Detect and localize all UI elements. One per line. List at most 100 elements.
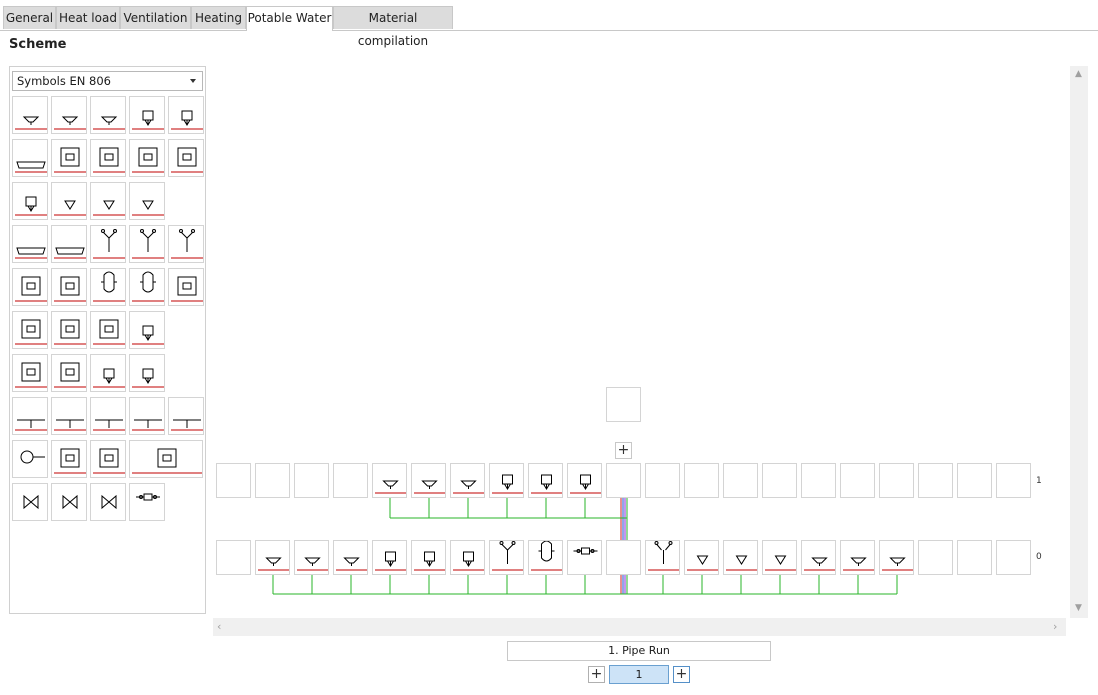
floor-0-cell[interactable] bbox=[684, 540, 719, 575]
palette-symbol-shower-cabinet[interactable] bbox=[51, 139, 87, 177]
palette-symbol-storage-tank[interactable] bbox=[90, 268, 126, 306]
palette-symbol-stop-valve[interactable] bbox=[51, 483, 87, 521]
palette-symbol-sink-corner[interactable] bbox=[168, 96, 204, 134]
scroll-up-icon[interactable]: ▲ bbox=[1075, 69, 1082, 79]
floor-0-cell[interactable] bbox=[411, 540, 446, 575]
palette-symbol-wc-cistern[interactable] bbox=[12, 182, 48, 220]
palette-symbol-urinal[interactable] bbox=[51, 182, 87, 220]
palette-symbol-unit-small[interactable] bbox=[90, 311, 126, 349]
floor-0-cell[interactable] bbox=[489, 540, 524, 575]
pipe-run-label[interactable]: 1. Pipe Run bbox=[507, 641, 771, 661]
floor-0-cell[interactable] bbox=[606, 540, 641, 575]
add-after-button[interactable]: + bbox=[673, 666, 690, 683]
floor-0-cell[interactable] bbox=[528, 540, 563, 575]
floor-1-cell[interactable] bbox=[723, 463, 758, 498]
floor-0-cell[interactable] bbox=[918, 540, 953, 575]
palette-symbol-meter-box[interactable] bbox=[12, 311, 48, 349]
palette-symbol-connection[interactable] bbox=[129, 354, 165, 392]
floor-0-cell[interactable] bbox=[255, 540, 290, 575]
palette-symbol-hose-valve[interactable] bbox=[129, 225, 165, 263]
palette-symbol-water-heater[interactable] bbox=[51, 440, 87, 478]
page-number-field[interactable]: 1 bbox=[609, 665, 669, 684]
palette-symbol-tray[interactable] bbox=[51, 225, 87, 263]
scroll-down-icon[interactable]: ▼ bbox=[1075, 603, 1082, 613]
floor-0-cell[interactable] bbox=[216, 540, 251, 575]
tab-heating[interactable]: Heating bbox=[191, 6, 246, 29]
palette-symbol-sink-wall[interactable] bbox=[129, 96, 165, 134]
floor-1-cell[interactable] bbox=[255, 463, 290, 498]
palette-symbol-gate-valve[interactable] bbox=[12, 483, 48, 521]
floor-0-cell[interactable] bbox=[840, 540, 875, 575]
floor-1-cell[interactable] bbox=[216, 463, 251, 498]
palette-symbol-circulation-pump[interactable] bbox=[12, 440, 48, 478]
palette-symbol-shower-head[interactable] bbox=[90, 225, 126, 263]
floor-1-cell[interactable] bbox=[528, 463, 563, 498]
floor-1-cell[interactable] bbox=[294, 463, 329, 498]
floor-0-cell[interactable] bbox=[957, 540, 992, 575]
tab-material-compilation[interactable]: Material compilation bbox=[333, 6, 453, 48]
scheme-canvas[interactable]: 1 0 + bbox=[213, 66, 1070, 618]
horizontal-scrollbar[interactable]: ‹ › bbox=[213, 618, 1066, 636]
palette-symbol-trough[interactable] bbox=[12, 225, 48, 263]
palette-symbol-tee-left[interactable] bbox=[12, 397, 48, 435]
palette-symbol-bidet[interactable] bbox=[90, 96, 126, 134]
floor-1-cell[interactable] bbox=[957, 463, 992, 498]
palette-symbol-distribution[interactable] bbox=[129, 440, 203, 478]
palette-symbol-pump-group-2[interactable] bbox=[51, 354, 87, 392]
floor-0-cell[interactable] bbox=[372, 540, 407, 575]
palette-symbol-urinal-2[interactable] bbox=[90, 182, 126, 220]
palette-symbol-tee-up[interactable] bbox=[129, 397, 165, 435]
palette-symbol-heater-unit[interactable] bbox=[12, 268, 48, 306]
floor-0-cell[interactable] bbox=[645, 540, 680, 575]
floor-0-cell[interactable] bbox=[996, 540, 1031, 575]
palette-symbol-wall-unit[interactable] bbox=[51, 311, 87, 349]
vertical-scrollbar[interactable]: ▲ ▼ bbox=[1070, 66, 1088, 618]
palette-symbol-heater-unit-2[interactable] bbox=[51, 268, 87, 306]
floor-0-cell[interactable] bbox=[879, 540, 914, 575]
palette-symbol-spray-nozzle[interactable] bbox=[168, 225, 204, 263]
floor-1-cell[interactable] bbox=[684, 463, 719, 498]
floor-1-cell[interactable] bbox=[840, 463, 875, 498]
palette-symbol-tee-center[interactable] bbox=[51, 397, 87, 435]
tab-heat-load[interactable]: Heat load bbox=[56, 6, 120, 29]
palette-symbol-tee-down[interactable] bbox=[168, 397, 204, 435]
add-floor-button[interactable]: + bbox=[615, 442, 632, 459]
palette-symbol-bathtub[interactable] bbox=[12, 139, 48, 177]
tab-general[interactable]: General bbox=[3, 6, 56, 29]
floor-1-cell[interactable] bbox=[372, 463, 407, 498]
palette-symbol-round-tray[interactable] bbox=[168, 139, 204, 177]
palette-symbol-valve-small[interactable] bbox=[129, 311, 165, 349]
palette-symbol-dishwasher[interactable] bbox=[90, 354, 126, 392]
palette-symbol-heat-exchanger[interactable] bbox=[168, 268, 204, 306]
floor-0-cell[interactable] bbox=[333, 540, 368, 575]
floor-1-cell[interactable] bbox=[918, 463, 953, 498]
symbol-set-select[interactable]: Symbols EN 806 bbox=[12, 71, 203, 91]
floor-1-cell[interactable] bbox=[762, 463, 797, 498]
floor-1-cell[interactable] bbox=[996, 463, 1031, 498]
floor-1-cell[interactable] bbox=[411, 463, 446, 498]
floor-0-cell[interactable] bbox=[762, 540, 797, 575]
palette-symbol-wc-pan[interactable] bbox=[129, 182, 165, 220]
palette-symbol-tee-right[interactable] bbox=[90, 397, 126, 435]
riser-top-cell[interactable] bbox=[606, 387, 641, 422]
palette-symbol-pump-group[interactable] bbox=[12, 354, 48, 392]
floor-1-cell[interactable] bbox=[801, 463, 836, 498]
palette-symbol-tank-multi[interactable] bbox=[90, 440, 126, 478]
tab-ventilation[interactable]: Ventilation bbox=[120, 6, 191, 29]
palette-symbol-inline-filter[interactable] bbox=[129, 483, 165, 521]
palette-symbol-valve-group[interactable] bbox=[90, 483, 126, 521]
floor-0-cell[interactable] bbox=[723, 540, 758, 575]
palette-symbol-shower-tray[interactable] bbox=[129, 139, 165, 177]
add-before-button[interactable]: + bbox=[588, 666, 605, 683]
floor-0-cell[interactable] bbox=[567, 540, 602, 575]
floor-1-cell[interactable] bbox=[489, 463, 524, 498]
tab-potable-water[interactable]: Potable Water bbox=[246, 6, 333, 31]
palette-symbol-boiler[interactable] bbox=[129, 268, 165, 306]
floor-0-cell[interactable] bbox=[801, 540, 836, 575]
floor-1-cell[interactable] bbox=[450, 463, 485, 498]
scroll-right-icon[interactable]: › bbox=[1053, 620, 1057, 633]
scroll-left-icon[interactable]: ‹ bbox=[217, 620, 221, 633]
floor-1-cell[interactable] bbox=[606, 463, 641, 498]
floor-0-cell[interactable] bbox=[294, 540, 329, 575]
palette-symbol-small-basin[interactable] bbox=[51, 96, 87, 134]
